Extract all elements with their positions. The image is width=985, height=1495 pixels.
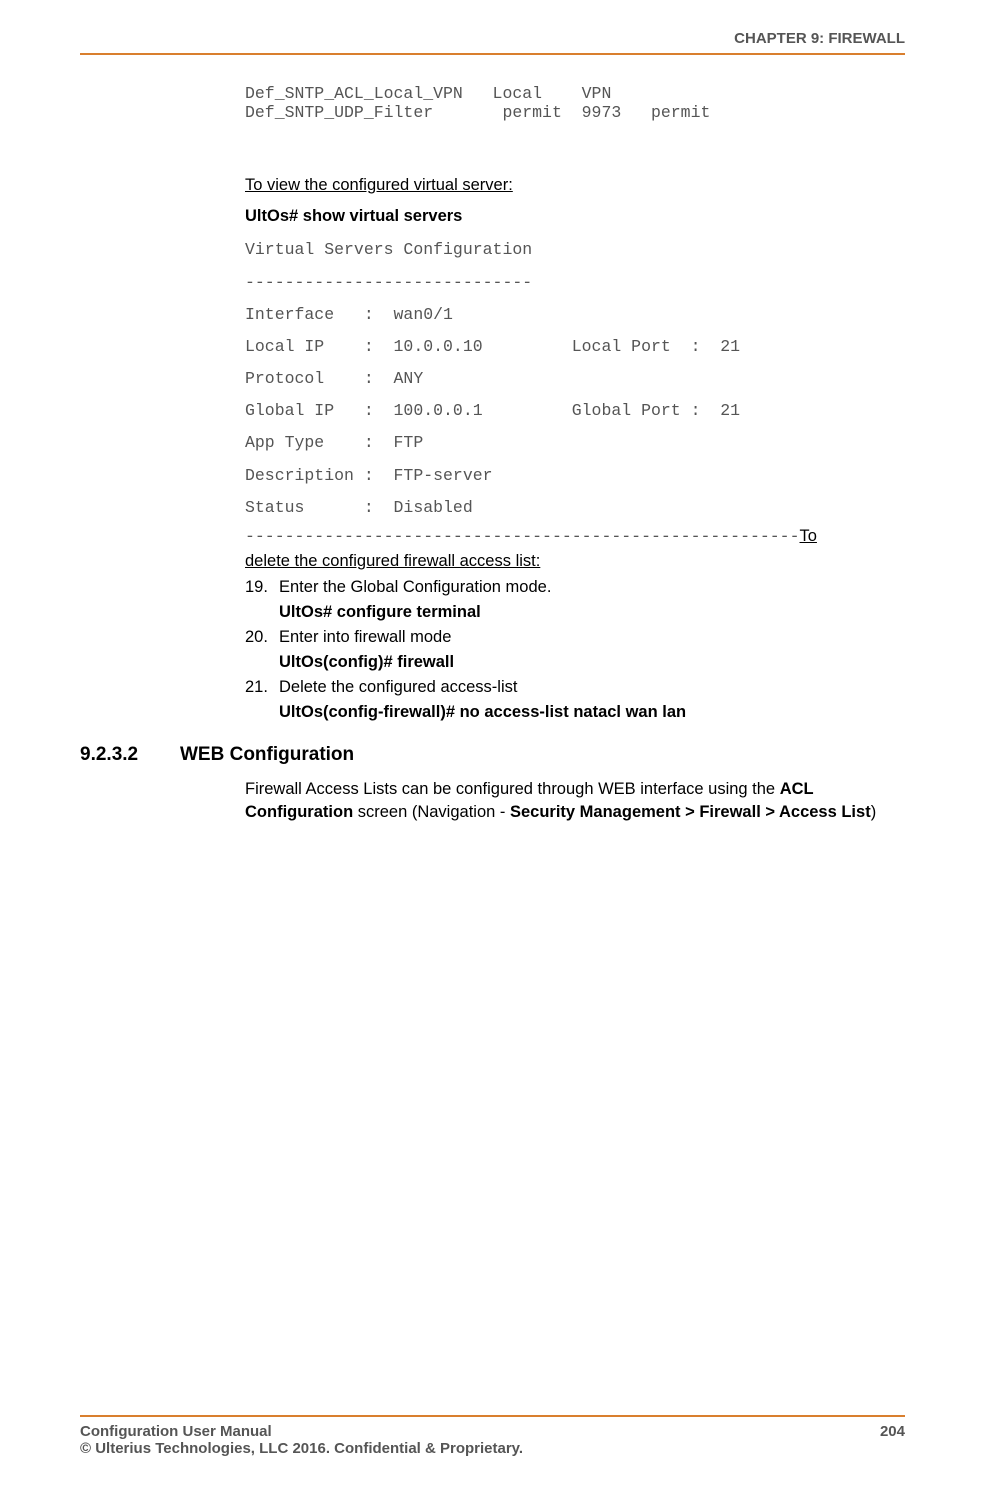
dash-separator: ----------------------------------------… — [245, 527, 800, 546]
section-title: WEB Configuration — [180, 744, 354, 766]
step-row: 20. Enter into firewall mode — [245, 628, 905, 647]
vs-output-localip: Local IP : 10.0.0.10 Local Port : 21 — [245, 331, 905, 363]
web-config-paragraph: Firewall Access Lists can be configured … — [245, 778, 905, 824]
step-text: Enter the Global Configuration mode. — [279, 578, 905, 597]
footer-manual-title: Configuration User Manual — [80, 1423, 272, 1440]
section-number: 9.2.3.2 — [80, 744, 180, 766]
step-cmd: UltOs# configure terminal — [279, 603, 905, 622]
acl-row-1: Def_SNTP_ACL_Local_VPN Local VPN — [245, 85, 905, 104]
step-text: Enter into firewall mode — [279, 628, 905, 647]
delete-acl-heading-part1: To — [800, 527, 817, 545]
footer-page-number: 204 — [880, 1423, 905, 1440]
vs-output-apptype: App Type : FTP — [245, 427, 905, 459]
view-virtual-server-heading: To view the configured virtual server: — [245, 173, 905, 198]
footer-copyright: © Ulterius Technologies, LLC 2016. Confi… — [80, 1440, 905, 1457]
footer-rule — [80, 1415, 905, 1417]
step-text: Delete the configured access-list — [279, 678, 905, 697]
vs-output-protocol: Protocol : ANY — [245, 363, 905, 395]
header-rule — [80, 53, 905, 55]
vs-output-sep: ----------------------------- — [245, 267, 905, 299]
step-number: 20. — [245, 628, 279, 647]
step-number: 19. — [245, 578, 279, 597]
para-bold-nav-path: Security Management > Firewall > Access … — [510, 803, 871, 821]
step-row: 21. Delete the configured access-list — [245, 678, 905, 697]
para-mid: screen (Navigation - — [353, 803, 510, 821]
show-virtual-servers-cmd: UltOs# show virtual servers — [245, 204, 905, 229]
step-cmd: UltOs(config)# firewall — [279, 653, 905, 672]
vs-output-interface: Interface : wan0/1 — [245, 299, 905, 331]
para-pre: Firewall Access Lists can be configured … — [245, 780, 780, 798]
delete-acl-heading-part2: delete the configured firewall access li… — [245, 550, 905, 572]
chapter-header: CHAPTER 9: FIREWALL — [80, 30, 905, 53]
para-post: ) — [871, 803, 877, 821]
vs-output-globalip: Global IP : 100.0.0.1 Global Port : 21 — [245, 395, 905, 427]
vs-output-title: Virtual Servers Configuration — [245, 234, 905, 266]
step-row: 19. Enter the Global Configuration mode. — [245, 578, 905, 597]
acl-row-2: Def_SNTP_UDP_Filter permit 9973 permit — [245, 104, 905, 123]
step-cmd: UltOs(config-firewall)# no access-list n… — [279, 703, 905, 722]
vs-output-status: Status : Disabled — [245, 492, 905, 524]
step-number: 21. — [245, 678, 279, 697]
vs-output-description: Description : FTP-server — [245, 460, 905, 492]
